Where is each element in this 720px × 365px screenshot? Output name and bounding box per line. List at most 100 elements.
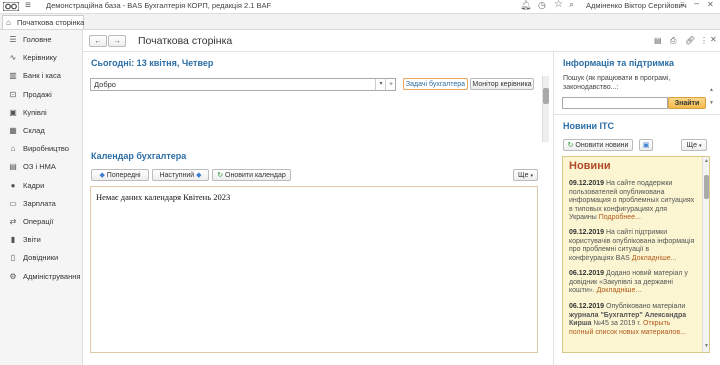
menu-icon: ☰ [9, 35, 17, 44]
sidebar-item[interactable]: ⚙ Адміністрування [0, 268, 82, 286]
window-menu-icon[interactable]: ≡ [680, 0, 685, 9]
itc-more-button[interactable]: Ще ▾ [681, 139, 707, 151]
tab-label: Початкова сторінка [17, 18, 85, 27]
scroll-thumb[interactable] [543, 88, 549, 104]
scroll-thumb[interactable] [704, 175, 709, 199]
chart-icon: ∿ [9, 53, 17, 63]
sidebar-item[interactable]: ☰ Головне [0, 31, 82, 49]
close-page-icon[interactable]: ✕ [710, 35, 717, 44]
sidebar-item[interactable]: ▮ Звіти [0, 231, 82, 249]
sidebar-item[interactable]: ● Кадри [0, 177, 82, 195]
favorites-icon[interactable]: ☆ [554, 0, 563, 10]
page-title: Початкова сторінка [138, 35, 233, 47]
minimize-icon[interactable]: – [694, 0, 699, 8]
sidebar-item-label: Довідники [23, 253, 59, 263]
header-divider [83, 51, 720, 52]
sidebar-item-label: Керівнику [23, 53, 57, 63]
sidebar-item[interactable]: ▭ Зарплата [0, 195, 82, 213]
calendar-refresh-button[interactable]: ↻ Оновити календар [212, 169, 291, 181]
sidebar: ☰ Головне ∿ Керівнику ▥ Банк і каса ⊡ Продажі ▣ К… [0, 30, 83, 365]
news-scrollbar[interactable]: ▲ ▼ [702, 157, 709, 352]
more-icon[interactable]: ⋮ [700, 36, 708, 45]
building-icon: ▤ [9, 162, 17, 172]
sidebar-item[interactable]: ⌂ Виробництво [0, 140, 82, 158]
scroll-down-icon[interactable]: ▼ [709, 100, 714, 106]
sidebar-item[interactable]: ▯ Довідники [0, 249, 82, 267]
itc-copy-button[interactable]: ▣ [639, 139, 653, 151]
refresh-icon: ↻ [567, 142, 574, 149]
news-item: 06.12.2019 Опубліковано матеріали журнал… [569, 303, 687, 336]
tab-home-page[interactable]: ⌂ Початкова сторінка [2, 15, 84, 29]
sidebar-item-label: Кадри [23, 180, 45, 190]
news-item: 06.12.2019 Додано новий матеріал у довід… [569, 270, 688, 294]
sidebar-item-label: Виробництво [23, 144, 69, 154]
user-name[interactable]: Адміненко Віктор Сергійович [586, 1, 687, 10]
chevron-down-icon: ▾ [698, 143, 702, 149]
app-logo-icon [3, 2, 19, 11]
back-button[interactable]: ← [89, 35, 107, 47]
print-icon[interactable]: ⎙ [670, 36, 676, 46]
forward-button[interactable]: → [108, 35, 126, 47]
scroll-down-icon[interactable]: ▼ [704, 343, 709, 349]
news-link[interactable]: Подробнее... [599, 214, 641, 221]
history-icon[interactable]: ◷ [538, 0, 546, 11]
calendar-more-button[interactable]: Ще ▾ [513, 169, 538, 181]
support-scrollbar[interactable]: ▲ ▼ [709, 87, 715, 108]
itc-heading: Новини ІТС [563, 121, 615, 131]
support-divider [554, 114, 720, 115]
bell-icon[interactable]: 🔔︎ [520, 0, 531, 11]
plus-icon[interactable]: + [385, 79, 396, 90]
sidebar-item-label: Операції [23, 217, 54, 226]
copy-icon: ▣ [642, 142, 650, 149]
support-heading: Інформація та підтримка [563, 58, 675, 68]
close-icon[interactable]: ✕ [707, 0, 714, 9]
arrow-left-icon: ◆ [99, 172, 105, 179]
sidebar-item-label: Склад [23, 126, 45, 135]
tab-bar: ⌂ Початкова сторінка [0, 14, 720, 30]
window-title: Демонстраційна база - BAS Бухгалтерія КО… [46, 1, 272, 10]
factory-icon: ⌂ [10, 144, 16, 154]
sidebar-item-label: Адміністрування [23, 271, 81, 281]
operations-icon: ⇄ [9, 217, 17, 226]
news-link[interactable]: Докладніше... [597, 287, 642, 294]
gear-icon: ⚙ [9, 271, 17, 281]
calendar-empty-text: Немає даних календаря Квітень 2023 [96, 192, 231, 202]
link-icon[interactable]: 🔗︎ [685, 36, 695, 45]
sidebar-item[interactable]: ▥ Банк і каса [0, 67, 82, 85]
today-heading: Сьогодні: 13 квітня, Четвер [91, 58, 214, 68]
window-title-bar: ≡ Демонстраційна база - BAS Бухгалтерія … [0, 0, 720, 14]
sidebar-item[interactable]: ▣ Купівлі [0, 104, 82, 122]
home-icon: ⌂ [6, 18, 11, 27]
reports-icon: ▮ [10, 235, 16, 245]
find-button[interactable]: Знайти [668, 97, 706, 109]
greeting-value: Добро [94, 80, 116, 89]
person-icon: ● [10, 180, 16, 190]
sidebar-item-label: Банк і каса [23, 71, 61, 81]
calendar-next-button[interactable]: Наступний ◆ [152, 169, 209, 181]
sidebar-item[interactable]: ▤ ОЗ і НМА [0, 158, 82, 176]
calendar-heading: Календар бухгалтера [91, 151, 187, 161]
scroll-up-icon[interactable]: ▲ [704, 158, 709, 164]
sidebar-item[interactable]: ⊡ Продажі [0, 86, 82, 104]
calendar-prev-button[interactable]: ◆ Попередні [91, 169, 149, 181]
report-icon[interactable]: ▤ [654, 36, 662, 45]
sidebar-item[interactable]: ⇄ Операції [0, 213, 82, 231]
sidebar-item-label: Головне [23, 35, 52, 44]
main-menu-icon[interactable]: ≡ [25, 0, 31, 11]
chevron-down-icon: ▾ [530, 173, 533, 179]
news-link[interactable]: Докладніше... [632, 255, 677, 262]
cart-icon: ⊡ [9, 89, 17, 99]
scroll-up-icon[interactable]: ▲ [709, 87, 714, 93]
sidebar-item-label: ОЗ і НМА [23, 162, 56, 172]
today-scrollbar[interactable] [542, 76, 549, 142]
support-search-input[interactable] [562, 97, 668, 109]
itc-refresh-button[interactable]: ↻ Оновити новини [563, 139, 633, 151]
sidebar-item[interactable]: ▦ Склад [0, 122, 82, 140]
monitor-button[interactable]: Монітор керівника [470, 78, 534, 90]
search-icon[interactable]: ⌕ [569, 0, 574, 10]
tasks-button[interactable]: Задачі бухгалтера [403, 78, 468, 90]
bank-icon: ▥ [9, 71, 17, 81]
sidebar-item[interactable]: ∿ Керівнику [0, 49, 82, 67]
greeting-field[interactable]: Добро ▾ + [90, 78, 396, 91]
news-item: 09.12.2019 На сайті підтримки користувач… [569, 229, 695, 262]
